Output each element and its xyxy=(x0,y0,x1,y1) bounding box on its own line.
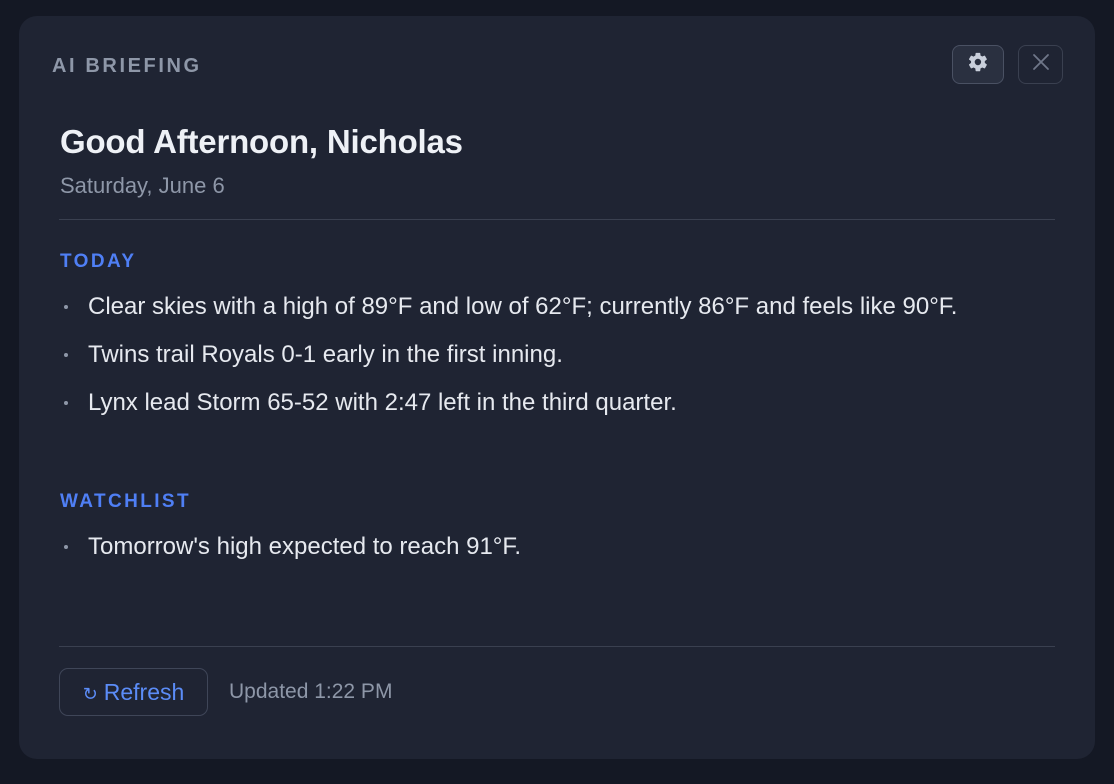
list-item-text: Clear skies with a high of 89°F and low … xyxy=(88,293,958,320)
briefing-card: AI BRIEFING Good Afternoon, Nicholas Sat… xyxy=(19,16,1095,759)
list-item-text: Lynx lead Storm 65-52 with 2:47 left in … xyxy=(88,389,677,416)
list-item: Twins trail Royals 0-1 early in the firs… xyxy=(60,336,1020,374)
card-header-label: AI BRIEFING xyxy=(52,55,202,77)
list-item: Lynx lead Storm 65-52 with 2:47 left in … xyxy=(60,384,1020,422)
section-title-watchlist: WATCHLIST xyxy=(60,491,192,512)
refresh-icon: ↻ xyxy=(82,683,98,704)
date-subtitle: Saturday, June 6 xyxy=(60,173,225,198)
bullet-dot xyxy=(64,401,68,405)
updated-timestamp: Updated 1:22 PM xyxy=(229,680,393,703)
list-item-text: Twins trail Royals 0-1 early in the firs… xyxy=(88,341,563,368)
header-divider xyxy=(59,219,1055,220)
bullet-dot xyxy=(64,545,68,549)
watchlist-list: Tomorrow's high expected to reach 91°F. xyxy=(60,528,1020,576)
list-item: Tomorrow's high expected to reach 91°F. xyxy=(60,528,1020,566)
refresh-button[interactable]: ↻ Refresh xyxy=(59,668,208,716)
list-item-text: Tomorrow's high expected to reach 91°F. xyxy=(88,533,522,560)
bullet-dot xyxy=(64,353,68,357)
list-item: Clear skies with a high of 89°F and low … xyxy=(60,288,1020,326)
gear-icon xyxy=(967,51,989,78)
section-title-today: TODAY xyxy=(60,251,137,272)
close-icon xyxy=(1032,53,1050,76)
bullet-dot xyxy=(64,305,68,309)
settings-button[interactable] xyxy=(952,45,1004,84)
today-list: Clear skies with a high of 89°F and low … xyxy=(60,288,1020,432)
greeting-title: Good Afternoon, Nicholas xyxy=(60,123,463,160)
refresh-label: Refresh xyxy=(103,678,185,705)
close-button[interactable] xyxy=(1018,45,1063,84)
footer-divider xyxy=(59,646,1055,647)
